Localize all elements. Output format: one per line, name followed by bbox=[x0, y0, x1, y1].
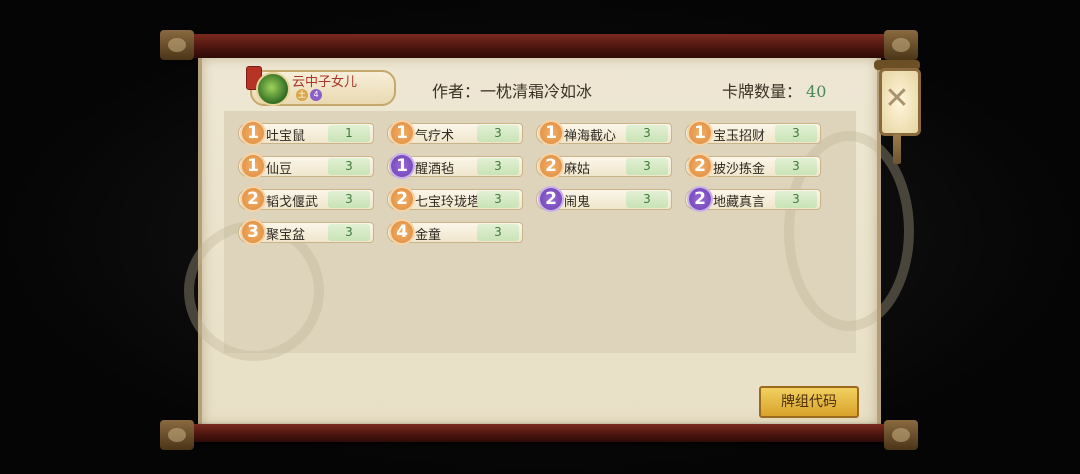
author-line: 作者：一枕清霜冷如冰 bbox=[432, 78, 592, 102]
card-qty: 3 bbox=[328, 191, 370, 208]
card-item[interactable]: 1 宝玉招财 3 bbox=[681, 122, 821, 144]
card-item[interactable]: 2 地藏真言 3 bbox=[681, 188, 821, 210]
card-qty: 1 bbox=[328, 125, 370, 142]
card-qty: 3 bbox=[775, 158, 817, 175]
cost-badge: 1 bbox=[242, 155, 264, 177]
cost-badge: 2 bbox=[391, 188, 413, 210]
card-qty: 3 bbox=[626, 125, 668, 142]
card-name: 宝玉招财 bbox=[713, 129, 766, 144]
cost-badge: 1 bbox=[391, 155, 413, 177]
author-label: 作者： bbox=[432, 82, 481, 101]
card-item[interactable]: 2 闹鬼 3 bbox=[532, 188, 672, 210]
card-name: 地藏真言 bbox=[713, 195, 766, 210]
card-name: 醒酒毡 bbox=[415, 162, 455, 177]
cost-badge: 1 bbox=[689, 122, 711, 144]
cost-badge: 3 bbox=[242, 221, 264, 243]
card-qty: 3 bbox=[328, 224, 370, 241]
level-icon: 4 bbox=[310, 89, 322, 101]
close-button[interactable]: ✕ bbox=[874, 60, 921, 164]
card-name: 韬戈偃武 bbox=[266, 195, 319, 210]
card-item[interactable]: 1 气疗术 3 bbox=[383, 122, 523, 144]
cost-badge: 2 bbox=[242, 188, 264, 210]
card-qty: 3 bbox=[775, 191, 817, 208]
card-name: 闹鬼 bbox=[564, 195, 591, 210]
card-name: 麻姑 bbox=[564, 162, 591, 177]
cost-badge: 2 bbox=[689, 188, 711, 210]
card-count-label: 卡牌数量： bbox=[722, 82, 803, 101]
card-name: 金童 bbox=[415, 228, 442, 243]
card-qty: 3 bbox=[477, 191, 519, 208]
scroll-bottom-rod bbox=[160, 420, 918, 450]
cost-badge: 2 bbox=[540, 188, 562, 210]
card-item[interactable]: 4 金童 3 bbox=[383, 221, 523, 243]
hero-name: 云中子女儿 bbox=[292, 75, 358, 90]
card-qty: 3 bbox=[477, 125, 519, 142]
hero-badge[interactable]: 云中子女儿 土 4 bbox=[238, 66, 398, 106]
cost-badge: 2 bbox=[689, 155, 711, 177]
deck-code-button[interactable]: 牌组代码 bbox=[759, 386, 859, 418]
card-count: 卡牌数量： 40 bbox=[722, 78, 826, 102]
card-item[interactable]: 1 禅海截心 3 bbox=[532, 122, 672, 144]
card-qty: 3 bbox=[477, 158, 519, 175]
card-count-value: 40 bbox=[806, 82, 827, 101]
card-name: 吐宝鼠 bbox=[266, 129, 306, 144]
cost-badge: 2 bbox=[540, 155, 562, 177]
cost-badge: 1 bbox=[540, 122, 562, 144]
card-item[interactable]: 2 披沙拣金 3 bbox=[681, 155, 821, 177]
card-item[interactable]: 2 麻姑 3 bbox=[532, 155, 672, 177]
card-item[interactable]: 2 七宝玲珑塔 3 bbox=[383, 188, 523, 210]
author-name: 一枕清霜冷如冰 bbox=[480, 82, 593, 101]
card-item[interactable]: 1 吐宝鼠 1 bbox=[234, 122, 374, 144]
cost-badge: 1 bbox=[391, 122, 413, 144]
card-item[interactable]: 1 仙豆 3 bbox=[234, 155, 374, 177]
cost-badge: 1 bbox=[242, 122, 264, 144]
card-qty: 3 bbox=[626, 191, 668, 208]
card-name: 七宝玲珑塔 bbox=[415, 195, 481, 210]
card-item[interactable]: 3 聚宝盆 3 bbox=[234, 221, 374, 243]
card-name: 仙豆 bbox=[266, 162, 293, 177]
card-name: 禅海截心 bbox=[564, 129, 617, 144]
card-qty: 3 bbox=[477, 224, 519, 241]
card-name: 聚宝盆 bbox=[266, 228, 306, 243]
card-item[interactable]: 2 韬戈偃武 3 bbox=[234, 188, 374, 210]
card-item[interactable]: 1 醒酒毡 3 bbox=[383, 155, 523, 177]
card-name: 气疗术 bbox=[415, 129, 455, 144]
scroll-top-rod bbox=[160, 30, 918, 60]
close-icon[interactable]: ✕ bbox=[879, 68, 915, 130]
card-qty: 3 bbox=[626, 158, 668, 175]
hero-avatar bbox=[256, 72, 290, 106]
card-name: 披沙拣金 bbox=[713, 162, 766, 177]
card-qty: 3 bbox=[775, 125, 817, 142]
card-qty: 3 bbox=[328, 158, 370, 175]
cost-badge: 4 bbox=[391, 221, 413, 243]
element-icon: 土 bbox=[296, 89, 308, 101]
